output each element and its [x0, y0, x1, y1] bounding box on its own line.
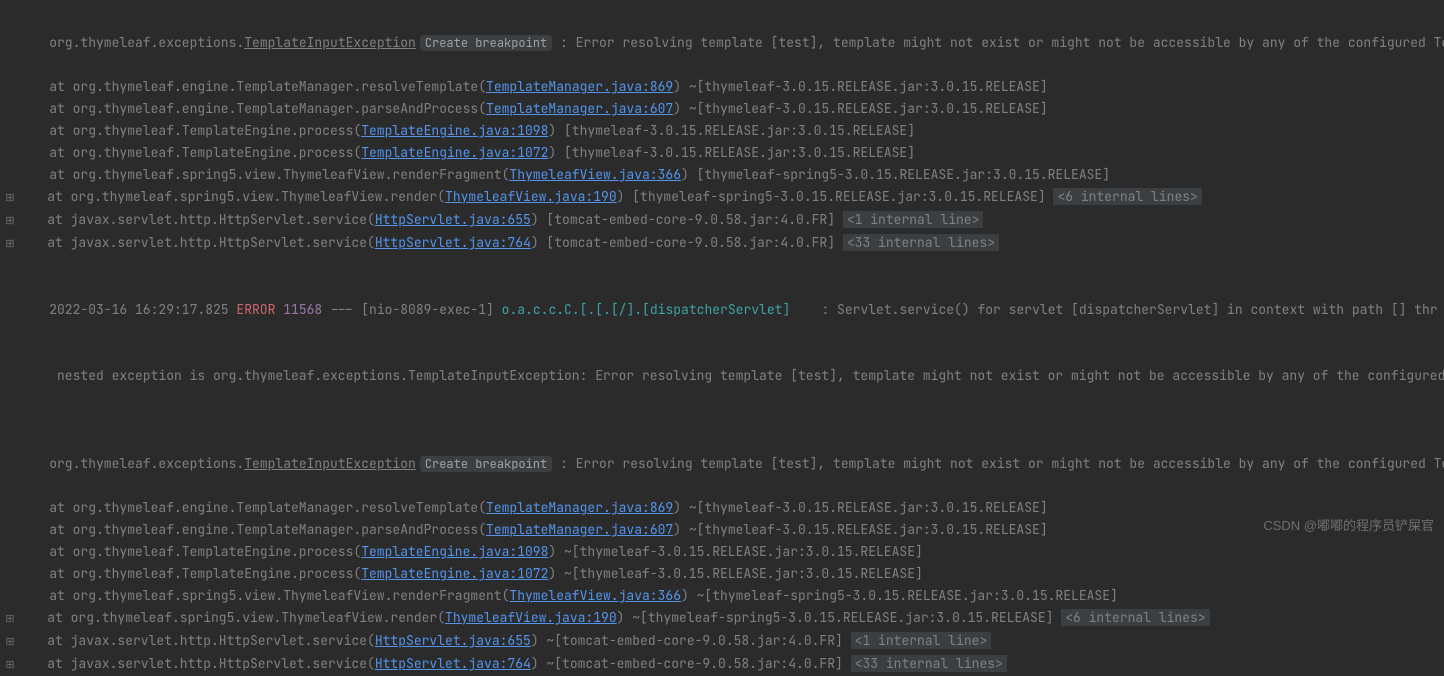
folded-lines[interactable]: <33 internal lines>	[851, 655, 1007, 672]
stack-frame: ⊞ at org.thymeleaf.spring5.view.Thymelea…	[0, 607, 1444, 630]
source-link[interactable]: ThymeleafView.java:190	[445, 188, 617, 205]
stack-frame: at org.thymeleaf.engine.TemplateManager.…	[0, 519, 1444, 541]
stack-frame: ⊞ at javax.servlet.http.HttpServlet.serv…	[0, 209, 1444, 232]
log-thread: --- [nio-8089-exec-1]	[322, 301, 501, 318]
source-link[interactable]: TemplateManager.java:869	[486, 499, 673, 516]
source-link[interactable]: ThymeleafView.java:366	[509, 587, 681, 604]
exception-message: : Error resolving template [test], templ…	[552, 455, 1444, 472]
blank-line	[0, 409, 1444, 431]
source-link[interactable]: HttpServlet.java:655	[375, 632, 531, 649]
source-link[interactable]: ThymeleafView.java:366	[509, 166, 681, 183]
log-logger: o.a.c.c.C.[.[.[/].[dispatcherServlet]	[502, 301, 814, 318]
log-nested-message: nested exception is org.thymeleaf.except…	[0, 343, 1444, 409]
log-line: 2022-03-16 16:29:17.825 ERROR 11568 --- …	[0, 277, 1444, 343]
folded-lines[interactable]: <1 internal line>	[851, 632, 992, 649]
frame-at: at org.thymeleaf.spring5.view.ThymeleafV…	[18, 166, 509, 183]
source-link[interactable]: TemplateEngine.java:1098	[361, 122, 548, 139]
frame-tail: ) ~[thymeleaf-spring5-3.0.15.RELEASE.jar…	[617, 609, 1062, 626]
stack-frame: ⊞ at javax.servlet.http.HttpServlet.serv…	[0, 232, 1444, 255]
stack-frame: at org.thymeleaf.engine.TemplateManager.…	[0, 98, 1444, 120]
frame-at: at org.thymeleaf.TemplateEngine.process(	[18, 565, 361, 582]
exception-header: org.thymeleaf.exceptions.TemplateInputEx…	[0, 431, 1444, 497]
stack-frame: at org.thymeleaf.TemplateEngine.process(…	[0, 563, 1444, 585]
log-level: ERROR	[236, 301, 275, 318]
folded-lines[interactable]: <6 internal lines>	[1061, 609, 1209, 626]
source-link[interactable]: HttpServlet.java:764	[375, 655, 531, 672]
stack-frame: at org.thymeleaf.engine.TemplateManager.…	[0, 497, 1444, 519]
log-timestamp: 2022-03-16 16:29:17.825	[49, 301, 236, 318]
console-output: org.thymeleaf.exceptions.TemplateInputEx…	[0, 0, 1444, 676]
expand-fold-icon[interactable]: ⊞	[4, 187, 16, 209]
source-link[interactable]: TemplateManager.java:607	[486, 521, 673, 538]
frame-at: at org.thymeleaf.spring5.view.ThymeleafV…	[16, 609, 445, 626]
exception-header: org.thymeleaf.exceptions.TemplateInputEx…	[0, 10, 1444, 76]
log-pid: 11568	[275, 301, 322, 318]
frame-at: at javax.servlet.http.HttpServlet.servic…	[16, 655, 375, 672]
frame-at: at org.thymeleaf.TemplateEngine.process(	[18, 122, 361, 139]
frame-tail: ) [tomcat-embed-core-9.0.58.jar:4.0.FR]	[531, 234, 843, 251]
source-link[interactable]: HttpServlet.java:655	[375, 211, 531, 228]
source-link[interactable]: TemplateManager.java:869	[486, 78, 673, 95]
stack-frame: at org.thymeleaf.TemplateEngine.process(…	[0, 142, 1444, 164]
stack-frame: at org.thymeleaf.spring5.view.ThymeleafV…	[0, 585, 1444, 607]
expand-fold-icon[interactable]: ⊞	[4, 631, 16, 653]
stack-frame: ⊞ at javax.servlet.http.HttpServlet.serv…	[0, 653, 1444, 676]
frame-at: at org.thymeleaf.TemplateEngine.process(	[18, 543, 361, 560]
stack-frame: at org.thymeleaf.TemplateEngine.process(…	[0, 541, 1444, 563]
stack-frame: at org.thymeleaf.engine.TemplateManager.…	[0, 76, 1444, 98]
exception-class-link[interactable]: TemplateInputException	[244, 455, 416, 472]
frame-tail: ) ~[thymeleaf-3.0.15.RELEASE.jar:3.0.15.…	[673, 100, 1047, 117]
frame-at: at org.thymeleaf.TemplateEngine.process(	[18, 144, 361, 161]
stack-frame: at org.thymeleaf.spring5.view.ThymeleafV…	[0, 164, 1444, 186]
stack-frame: ⊞ at javax.servlet.http.HttpServlet.serv…	[0, 630, 1444, 653]
frame-at: at org.thymeleaf.engine.TemplateManager.…	[18, 78, 486, 95]
frame-tail: ) [thymeleaf-3.0.15.RELEASE.jar:3.0.15.R…	[548, 144, 915, 161]
expand-fold-icon[interactable]: ⊞	[4, 654, 16, 676]
frame-tail: ) ~[thymeleaf-3.0.15.RELEASE.jar:3.0.15.…	[673, 521, 1047, 538]
stack-frame: at org.thymeleaf.TemplateEngine.process(…	[0, 120, 1444, 142]
frame-tail: ) ~[tomcat-embed-core-9.0.58.jar:4.0.FR]	[531, 655, 851, 672]
log-nested-text: nested exception is org.thymeleaf.except…	[49, 367, 1444, 384]
frame-at: at org.thymeleaf.engine.TemplateManager.…	[18, 499, 486, 516]
frame-tail: ) [thymeleaf-spring5-3.0.15.RELEASE.jar:…	[681, 166, 1110, 183]
exception-package: org.thymeleaf.exceptions.	[49, 455, 244, 472]
expand-fold-icon[interactable]: ⊞	[4, 233, 16, 255]
source-link[interactable]: ThymeleafView.java:190	[445, 609, 617, 626]
exception-class-link[interactable]: TemplateInputException	[244, 34, 416, 51]
frame-at: at javax.servlet.http.HttpServlet.servic…	[16, 632, 375, 649]
folded-lines[interactable]: <6 internal lines>	[1053, 188, 1201, 205]
frame-tail: ) ~[thymeleaf-3.0.15.RELEASE.jar:3.0.15.…	[673, 499, 1047, 516]
create-breakpoint-button[interactable]: Create breakpoint	[420, 456, 552, 472]
frame-tail: ) ~[thymeleaf-3.0.15.RELEASE.jar:3.0.15.…	[673, 78, 1047, 95]
exception-message: : Error resolving template [test], templ…	[552, 34, 1444, 51]
frame-tail: ) [thymeleaf-spring5-3.0.15.RELEASE.jar:…	[617, 188, 1054, 205]
frame-tail: ) [tomcat-embed-core-9.0.58.jar:4.0.FR]	[531, 211, 843, 228]
watermark: CSDN @嘟嘟的程序员铲屎官	[1263, 515, 1434, 537]
frame-at: at org.thymeleaf.spring5.view.ThymeleafV…	[18, 587, 509, 604]
blank-line	[0, 255, 1444, 277]
frame-tail: ) [thymeleaf-3.0.15.RELEASE.jar:3.0.15.R…	[548, 122, 915, 139]
source-link[interactable]: TemplateEngine.java:1072	[361, 144, 548, 161]
expand-fold-icon[interactable]: ⊞	[4, 210, 16, 232]
frame-at: at org.thymeleaf.engine.TemplateManager.…	[18, 100, 486, 117]
frame-tail: ) ~[thymeleaf-3.0.15.RELEASE.jar:3.0.15.…	[548, 543, 922, 560]
folded-lines[interactable]: <33 internal lines>	[843, 234, 999, 251]
frame-at: at org.thymeleaf.spring5.view.ThymeleafV…	[16, 188, 445, 205]
exception-package: org.thymeleaf.exceptions.	[49, 34, 244, 51]
frame-at: at org.thymeleaf.engine.TemplateManager.…	[18, 521, 486, 538]
source-link[interactable]: HttpServlet.java:764	[375, 234, 531, 251]
source-link[interactable]: TemplateEngine.java:1098	[361, 543, 548, 560]
log-message: : Servlet.service() for servlet [dispatc…	[814, 301, 1438, 318]
frame-tail: ) ~[tomcat-embed-core-9.0.58.jar:4.0.FR]	[531, 632, 851, 649]
create-breakpoint-button[interactable]: Create breakpoint	[420, 35, 552, 51]
frame-at: at javax.servlet.http.HttpServlet.servic…	[16, 234, 375, 251]
folded-lines[interactable]: <1 internal line>	[843, 211, 984, 228]
stack-frame: ⊞ at org.thymeleaf.spring5.view.Thymelea…	[0, 186, 1444, 209]
frame-tail: ) ~[thymeleaf-3.0.15.RELEASE.jar:3.0.15.…	[548, 565, 922, 582]
source-link[interactable]: TemplateEngine.java:1072	[361, 565, 548, 582]
expand-fold-icon[interactable]: ⊞	[4, 608, 16, 630]
frame-tail: ) ~[thymeleaf-spring5-3.0.15.RELEASE.jar…	[681, 587, 1118, 604]
frame-at: at javax.servlet.http.HttpServlet.servic…	[16, 211, 375, 228]
source-link[interactable]: TemplateManager.java:607	[486, 100, 673, 117]
